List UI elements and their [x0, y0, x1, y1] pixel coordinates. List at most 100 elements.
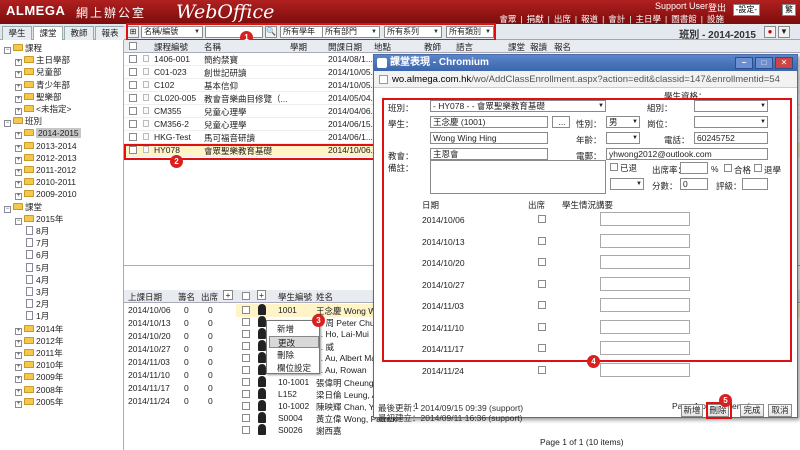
- attendance-checkbox[interactable]: [538, 279, 546, 288]
- collapse-icon[interactable]: −: [4, 205, 11, 213]
- row-checkbox[interactable]: [242, 306, 250, 314]
- class-select[interactable]: - HY078 - - 會眾聖樂教育基礎 ▼: [430, 100, 606, 112]
- tree-node[interactable]: +2005年: [15, 396, 63, 408]
- column-header[interactable]: 教師: [424, 41, 441, 53]
- context-menu-item[interactable]: 欄位設定: [269, 362, 319, 374]
- session-row[interactable]: 2014/11/17 0 0: [124, 382, 236, 395]
- session-row[interactable]: 2014/10/13 0 0: [124, 317, 236, 330]
- attendance-notes-input[interactable]: [600, 212, 690, 226]
- tree-node[interactable]: + 主日學部: [15, 54, 70, 67]
- attendance-checkbox[interactable]: [538, 215, 546, 223]
- tree-node[interactable]: − 班別: [4, 115, 42, 128]
- expand-icon[interactable]: +: [15, 156, 22, 164]
- english-name-field[interactable]: Wong Wing Hing: [430, 132, 548, 144]
- tree-node[interactable]: +2010年: [15, 359, 63, 372]
- row-checkbox[interactable]: [129, 81, 137, 89]
- attendance-notes-input[interactable]: [600, 362, 690, 377]
- tree-node[interactable]: +2011-2012: [15, 164, 76, 176]
- attendance-checkbox[interactable]: [538, 236, 546, 245]
- row-checkbox[interactable]: [129, 55, 137, 63]
- series-select[interactable]: 所有系列 ▼: [384, 26, 442, 38]
- menu-item[interactable]: 主日學: [634, 14, 664, 24]
- row-checkbox[interactable]: [129, 133, 137, 141]
- expand-icon[interactable]: +: [15, 144, 22, 152]
- pass-checkbox[interactable]: [724, 164, 732, 172]
- tab-3[interactable]: 報表: [95, 26, 125, 40]
- menu-item[interactable]: 圖書館: [669, 14, 699, 24]
- attendance-checkbox[interactable]: [538, 344, 546, 352]
- tree-node[interactable]: 3月: [26, 286, 49, 298]
- context-menu-item[interactable]: 刪除: [269, 349, 319, 361]
- tree-node[interactable]: +2014年: [15, 323, 63, 335]
- address-bar[interactable]: wo.almega.com.hk/wo/AddClassEnrollment.a…: [374, 71, 797, 88]
- tree-node[interactable]: − 課堂: [4, 201, 42, 213]
- session-row[interactable]: 2014/11/10 0 0: [124, 369, 236, 382]
- add-student-icon[interactable]: +: [257, 290, 266, 300]
- maximize-icon[interactable]: □: [755, 57, 773, 69]
- email-field[interactable]: yhwong2012@outlook.com: [606, 148, 768, 160]
- group-select[interactable]: ▼: [694, 100, 768, 112]
- attendance-notes-input[interactable]: [600, 298, 690, 312]
- grade-field[interactable]: [742, 178, 768, 190]
- expand-icon[interactable]: +: [15, 169, 22, 176]
- expand-icon[interactable]: +: [15, 352, 22, 359]
- department-select[interactable]: 所有部門 ▼: [322, 26, 380, 38]
- tree-node[interactable]: − 2015年: [15, 213, 63, 225]
- row-checkbox[interactable]: [129, 94, 137, 102]
- tree-node[interactable]: +2011年: [15, 347, 63, 359]
- attendance-notes-input[interactable]: [600, 341, 690, 355]
- row-checkbox[interactable]: [129, 120, 137, 128]
- minimize-icon[interactable]: −: [735, 57, 753, 69]
- tree-node[interactable]: +2014-2015: [15, 127, 81, 140]
- remark-textarea[interactable]: [430, 160, 606, 194]
- expand-icon[interactable]: +: [15, 132, 22, 140]
- tree-node[interactable]: 5月: [26, 262, 49, 274]
- attendance-notes-input[interactable]: [600, 233, 690, 248]
- attend-rate-field[interactable]: [680, 162, 708, 174]
- tree-node[interactable]: 6月: [26, 249, 49, 261]
- column-header[interactable]: 語言: [456, 41, 473, 53]
- column-header[interactable]: 課程編號: [154, 41, 188, 53]
- row-checkbox[interactable]: [242, 330, 250, 338]
- session-row[interactable]: 2014/10/06 0 0: [124, 304, 236, 317]
- expand-icon[interactable]: +: [15, 181, 22, 189]
- tree-node[interactable]: 8月: [26, 225, 49, 237]
- session-row[interactable]: 2014/10/20 0 0: [124, 330, 236, 343]
- column-header[interactable]: 課堂: [508, 41, 525, 53]
- collapse-icon[interactable]: −: [4, 47, 11, 54]
- expand-icon[interactable]: +: [15, 108, 22, 115]
- expand-icon[interactable]: +: [15, 400, 22, 408]
- cancel-button[interactable]: 取消: [768, 404, 792, 417]
- column-header[interactable]: 開課日期: [328, 41, 362, 53]
- row-checkbox[interactable]: [242, 402, 250, 410]
- tree-node[interactable]: 2月: [26, 298, 49, 310]
- menu-item[interactable]: 捐獻: [525, 14, 546, 24]
- language-select[interactable]: 繁: [782, 4, 796, 16]
- attendance-checkbox[interactable]: [538, 365, 546, 374]
- tree-node[interactable]: +2010-2011: [15, 176, 76, 189]
- row-checkbox[interactable]: [242, 390, 250, 398]
- add-class-icon[interactable]: ●: [764, 26, 776, 38]
- tree-node[interactable]: +2009年: [15, 371, 63, 384]
- column-header[interactable]: 名稱: [204, 41, 221, 53]
- row-checkbox[interactable]: [242, 378, 250, 386]
- add-button[interactable]: 新增: [681, 404, 703, 417]
- tree-node[interactable]: +2009-2010: [15, 188, 77, 201]
- add-session-icon[interactable]: +: [223, 290, 233, 300]
- context-menu-item[interactable]: 新增: [269, 323, 319, 335]
- expand-icon[interactable]: +: [15, 59, 22, 67]
- row-checkbox[interactable]: [242, 414, 250, 422]
- row-checkbox[interactable]: [129, 68, 137, 76]
- session-row[interactable]: 2014/11/03 0 0: [124, 356, 236, 369]
- filter-icon[interactable]: ▼: [778, 26, 790, 38]
- status-select[interactable]: ▼: [610, 178, 644, 190]
- context-menu-item[interactable]: 更改: [269, 336, 319, 348]
- score-field[interactable]: 0: [680, 178, 708, 190]
- tree-node[interactable]: + 青少年部: [15, 79, 70, 91]
- menu-item[interactable]: 會眾: [497, 14, 518, 24]
- tree-node[interactable]: + <未指定>: [15, 103, 71, 115]
- collapse-icon[interactable]: −: [4, 120, 11, 128]
- session-row[interactable]: 2014/10/27 0 0: [124, 343, 236, 356]
- post-select[interactable]: ▼: [694, 116, 768, 128]
- column-header[interactable]: 學期: [290, 41, 307, 53]
